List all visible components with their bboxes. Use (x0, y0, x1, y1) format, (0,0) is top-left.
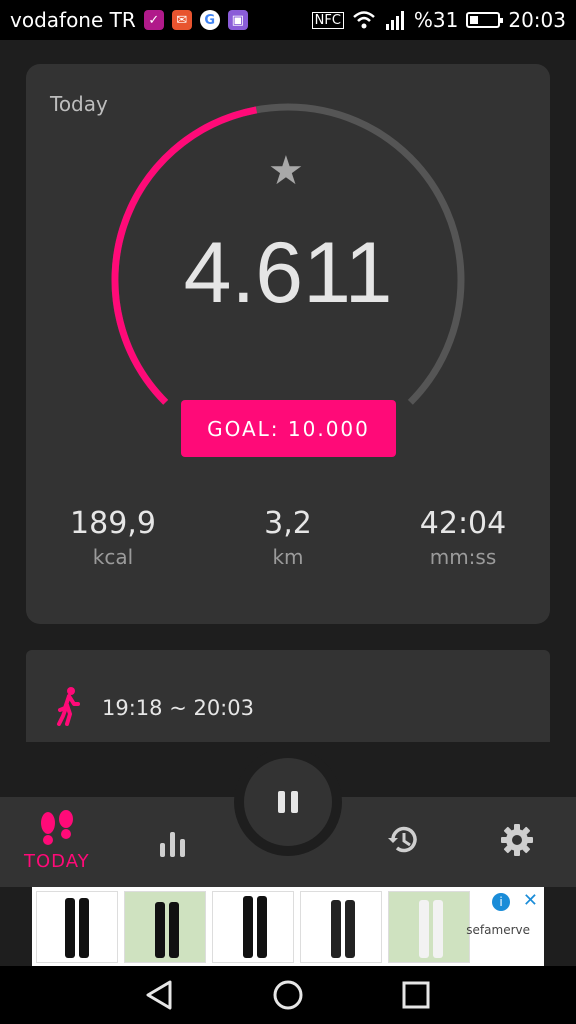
pause-button-wrap (234, 748, 342, 856)
carrier-label: vodafone TR (10, 8, 136, 32)
calories-value: 189,9 (70, 506, 156, 541)
star-icon: ★ (268, 148, 304, 194)
ad-close-icon[interactable]: ✕ (523, 890, 538, 911)
battery-percent: %31 (413, 8, 459, 32)
history-icon (388, 826, 417, 853)
gear-icon (501, 824, 533, 856)
calories-stat: 189,9 kcal (28, 506, 198, 569)
duration-stat: 42:04 mm:ss (378, 506, 548, 569)
nav-today[interactable]: TODAY (24, 809, 90, 872)
status-bar: vodafone TR ✓ ✉ G ▣ NFC %31 20:03 (0, 0, 576, 40)
today-card: Today ★ 4.611 GOAL: 10.000 189,9 kcal 3,… (26, 64, 550, 624)
pause-button[interactable] (244, 758, 332, 846)
wifi-icon (353, 11, 375, 29)
google-icon: G (199, 10, 220, 30)
distance-value: 3,2 (264, 506, 312, 541)
nfc-icon: NFC (311, 11, 344, 29)
status-left: vodafone TR ✓ ✉ G ▣ (10, 8, 248, 32)
signal-icon (385, 11, 404, 30)
calories-unit: kcal (92, 545, 134, 569)
ad-product-image[interactable] (36, 890, 118, 963)
system-nav-bar (0, 966, 576, 1024)
status-right: NFC %31 20:03 (311, 8, 566, 32)
stats-row: 189,9 kcal 3,2 km 42:04 mm:ss (26, 506, 550, 586)
ad-product-image[interactable] (388, 890, 470, 963)
ad-banner[interactable]: i ✕ sefamerve (32, 887, 544, 966)
duration-unit: mm:ss (429, 545, 497, 569)
ad-product-image[interactable] (212, 890, 294, 963)
mail-notification-icon: ✉ (171, 10, 192, 30)
battery-icon (466, 12, 504, 28)
distance-unit: km (272, 545, 304, 569)
activity-card[interactable]: 19:18 ~ 20:03 (26, 650, 550, 742)
nav-today-label: TODAY (24, 851, 90, 872)
footprints-icon (40, 810, 73, 845)
walking-icon (57, 687, 80, 726)
recents-icon[interactable] (402, 981, 430, 1009)
nav-settings[interactable] (500, 823, 534, 857)
pause-icon (278, 791, 285, 813)
clock: 20:03 (508, 8, 566, 32)
ad-info-icon[interactable]: i (492, 893, 510, 911)
bar-chart-icon (160, 832, 185, 857)
app-notification-icon: ✓ (143, 10, 164, 30)
gallery-notification-icon: ▣ (227, 10, 248, 30)
activity-time-range: 19:18 ~ 20:03 (102, 696, 254, 720)
ad-product-image[interactable] (124, 890, 206, 963)
home-icon[interactable] (273, 980, 303, 1010)
distance-stat: 3,2 km (203, 506, 373, 569)
duration-value: 42:04 (419, 506, 507, 541)
step-count: 4.611 (183, 225, 393, 321)
nav-statistics[interactable] (158, 829, 188, 857)
back-icon[interactable] (146, 980, 172, 1010)
ad-product-image[interactable] (300, 890, 382, 963)
ad-brand-logo: sefamerve (466, 923, 530, 937)
nav-history[interactable] (386, 823, 420, 857)
goal-button[interactable]: GOAL: 10.000 (181, 400, 396, 457)
